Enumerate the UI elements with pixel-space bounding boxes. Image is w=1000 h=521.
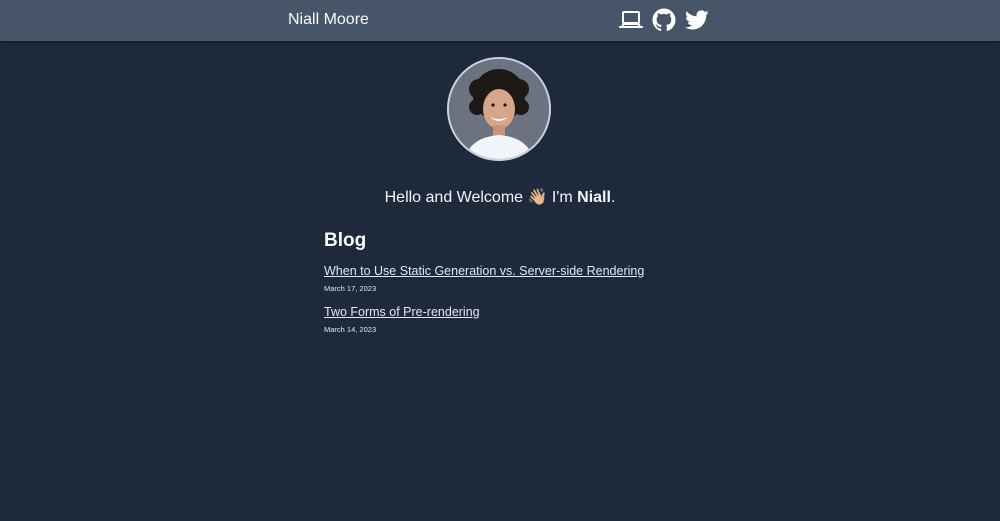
blog-section: Blog When to Use Static Generation vs. S…	[324, 230, 684, 344]
blog-post-date: March 17, 2023	[324, 284, 377, 293]
welcome-name: Niall	[577, 189, 611, 206]
twitter-icon[interactable]	[685, 8, 709, 32]
social-links	[619, 8, 709, 32]
site-title-link[interactable]: Niall Moore	[288, 11, 369, 29]
blog-post: When to Use Static Generation vs. Server…	[324, 262, 684, 293]
github-icon[interactable]	[652, 8, 676, 32]
profile-avatar	[447, 57, 551, 161]
welcome-punctuation: .	[610, 189, 616, 206]
blog-heading: Blog	[324, 230, 367, 251]
top-navbar: Niall Moore	[0, 0, 1000, 41]
blog-post-link[interactable]: When to Use Static Generation vs. Server…	[324, 263, 644, 279]
laptop-icon[interactable]	[619, 8, 643, 32]
blog-post-link[interactable]: Two Forms of Pre-rendering	[324, 304, 480, 320]
welcome-message: Hello and Welcome 👋🏼 I'm Niall.	[0, 187, 1000, 207]
blog-post-date: March 14, 2023	[324, 325, 377, 334]
blog-post: Two Forms of Pre-rendering March 14, 202…	[324, 303, 684, 334]
welcome-greeting: Hello and Welcome 👋🏼 I'm	[384, 189, 578, 206]
